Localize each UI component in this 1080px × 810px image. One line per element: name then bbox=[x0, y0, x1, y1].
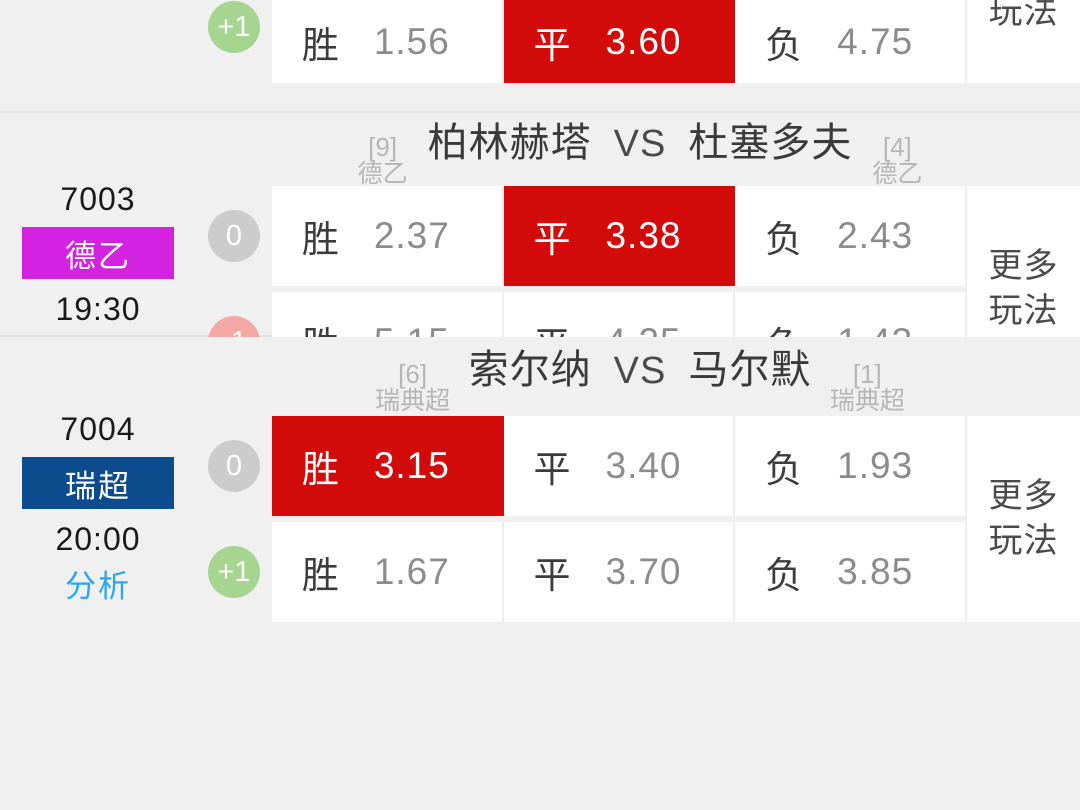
odds-cell-lose[interactable]: 负 1.93 bbox=[735, 416, 966, 516]
odds-value: 3.40 bbox=[605, 445, 682, 486]
odds-label: 胜 bbox=[301, 449, 340, 490]
match-info-column bbox=[0, 0, 196, 111]
home-rank: [9] bbox=[368, 131, 398, 162]
match-block[interactable]: +1 胜 1.56 平 3.60 负 4.75 玩法 bbox=[0, 0, 1080, 113]
odds-value: 3.85 bbox=[837, 551, 914, 592]
odds-line: +1 胜 1.56 平 3.60 负 4.75 bbox=[196, 0, 966, 86]
away-rank-block: [4] 德乙 bbox=[858, 134, 936, 187]
match-block[interactable]: [9] 德乙 柏林赫塔 VS 杜塞多夫 [4] 德乙 7003 德乙 19:30… bbox=[0, 113, 1080, 392]
home-league-tag: 瑞典超 bbox=[375, 386, 451, 415]
odds-cells: 胜 1.67 平 3.70 负 3.85 bbox=[272, 522, 966, 622]
handicap-badge: +1 bbox=[208, 1, 260, 53]
league-badge[interactable]: 瑞超 bbox=[22, 457, 174, 509]
away-team-name: 马尔默 bbox=[688, 347, 812, 392]
odds-value: 3.38 bbox=[605, 215, 682, 256]
handicap-cell: +1 bbox=[196, 546, 272, 598]
analysis-link[interactable]: 分析 bbox=[65, 571, 131, 602]
odds-value: 3.70 bbox=[605, 551, 682, 592]
handicap-badge: 0 bbox=[208, 440, 260, 492]
handicap-cell: +1 bbox=[196, 0, 272, 60]
more-plays-label-line1: 更多 bbox=[988, 477, 1059, 516]
handicap-cell: 0 bbox=[196, 210, 272, 262]
odds-line: 0 胜 3.15 平 3.40 负 1.93 bbox=[196, 413, 966, 519]
home-rank: [6] bbox=[398, 358, 428, 389]
away-rank-block: [1] 瑞典超 bbox=[817, 361, 917, 414]
odds-column: +1 胜 1.56 平 3.60 负 4.75 玩法 bbox=[196, 0, 1080, 111]
more-plays-label-line1: 更多 bbox=[988, 247, 1059, 286]
vs-label: VS bbox=[613, 349, 667, 392]
odds-cell-win[interactable]: 胜 3.15 bbox=[272, 416, 504, 516]
match-time: 20:00 bbox=[55, 521, 141, 557]
home-rank-block: [9] 德乙 bbox=[344, 134, 422, 187]
odds-label: 负 bbox=[765, 219, 804, 260]
odds-cell-draw[interactable]: 平 3.70 bbox=[503, 522, 736, 622]
more-plays-button[interactable]: 玩法 bbox=[965, 0, 1080, 83]
odds-cell-win[interactable]: 胜 2.37 bbox=[272, 186, 504, 286]
match-time: 19:30 bbox=[55, 291, 141, 327]
match-id: 7003 bbox=[60, 181, 136, 217]
odds-value: 2.37 bbox=[373, 215, 450, 256]
odds-cell-draw[interactable]: 平 3.60 bbox=[503, 0, 736, 83]
odds-column: 0 胜 3.15 平 3.40 负 1.93 +1 胜 1.67 平 3.70 … bbox=[196, 413, 1080, 625]
odds-cells: 胜 1.56 平 3.60 负 4.75 bbox=[272, 0, 966, 83]
odds-value: 3.15 bbox=[373, 445, 450, 486]
odds-label: 胜 bbox=[301, 219, 340, 260]
match-id: 7004 bbox=[60, 411, 136, 447]
more-plays-label-line2: 玩法 bbox=[988, 0, 1059, 31]
odds-label: 平 bbox=[533, 24, 572, 66]
match-info-column: 7004 瑞超 20:00 分析 bbox=[0, 413, 196, 625]
handicap-badge: 0 bbox=[208, 210, 260, 262]
match-title-row: [6] 瑞典超 索尔纳 VS 马尔默 [1] 瑞典超 bbox=[0, 337, 1080, 414]
match-block[interactable]: [6] 瑞典超 索尔纳 VS 马尔默 [1] 瑞典超 7004 瑞超 20:00… bbox=[0, 337, 1080, 622]
odds-line: 0 胜 2.37 平 3.38 负 2.43 bbox=[196, 183, 966, 289]
odds-label: 胜 bbox=[301, 24, 340, 66]
odds-label: 平 bbox=[533, 449, 572, 490]
odds-value: 4.75 bbox=[837, 20, 914, 62]
odds-label: 胜 bbox=[301, 555, 340, 596]
odds-value: 3.60 bbox=[605, 20, 682, 62]
odds-cell-win[interactable]: 胜 1.67 bbox=[272, 522, 504, 622]
odds-value: 1.67 bbox=[373, 551, 450, 592]
match-list-page: +1 胜 1.56 平 3.60 负 4.75 玩法 [9] 德乙 柏林赫塔 V… bbox=[0, 0, 1080, 810]
odds-value: 1.56 bbox=[373, 20, 450, 62]
home-team-name: 柏林赫塔 bbox=[427, 120, 592, 165]
odds-label: 负 bbox=[765, 555, 804, 596]
match-title-row: [9] 德乙 柏林赫塔 VS 杜塞多夫 [4] 德乙 bbox=[0, 113, 1080, 187]
handicap-badge: +1 bbox=[208, 546, 260, 598]
more-plays-label-line2: 玩法 bbox=[988, 522, 1059, 560]
odds-line: +1 胜 1.67 平 3.70 负 3.85 bbox=[196, 519, 966, 625]
handicap-cell: 0 bbox=[196, 440, 272, 492]
odds-cell-draw[interactable]: 平 3.38 bbox=[503, 186, 736, 286]
odds-label: 负 bbox=[765, 24, 804, 66]
odds-cells: 胜 3.15 平 3.40 负 1.93 bbox=[272, 416, 966, 516]
odds-cell-lose[interactable]: 负 3.85 bbox=[735, 522, 966, 622]
away-league-tag: 瑞典超 bbox=[829, 386, 905, 415]
odds-label: 平 bbox=[533, 219, 572, 260]
odds-cell-lose[interactable]: 负 4.75 bbox=[735, 0, 966, 83]
odds-cell-win[interactable]: 胜 1.56 bbox=[272, 0, 504, 83]
vs-label: VS bbox=[613, 122, 667, 165]
odds-label: 负 bbox=[765, 449, 804, 490]
odds-cells: 胜 2.37 平 3.38 负 2.43 bbox=[272, 186, 966, 286]
odds-cell-draw[interactable]: 平 3.40 bbox=[503, 416, 736, 516]
home-team-name: 索尔纳 bbox=[468, 347, 592, 392]
odds-value: 1.93 bbox=[837, 445, 914, 486]
away-team-name: 杜塞多夫 bbox=[688, 120, 853, 165]
home-rank-block: [6] 瑞典超 bbox=[363, 361, 463, 414]
odds-label: 平 bbox=[533, 555, 572, 596]
league-badge[interactable]: 德乙 bbox=[22, 227, 174, 279]
more-plays-label-line2: 玩法 bbox=[988, 292, 1059, 330]
odds-cell-lose[interactable]: 负 2.43 bbox=[735, 186, 966, 286]
away-rank: [4] bbox=[882, 131, 912, 162]
odds-value: 2.43 bbox=[837, 215, 914, 256]
away-rank: [1] bbox=[852, 358, 882, 389]
more-plays-button[interactable]: 更多 玩法 bbox=[965, 416, 1080, 622]
